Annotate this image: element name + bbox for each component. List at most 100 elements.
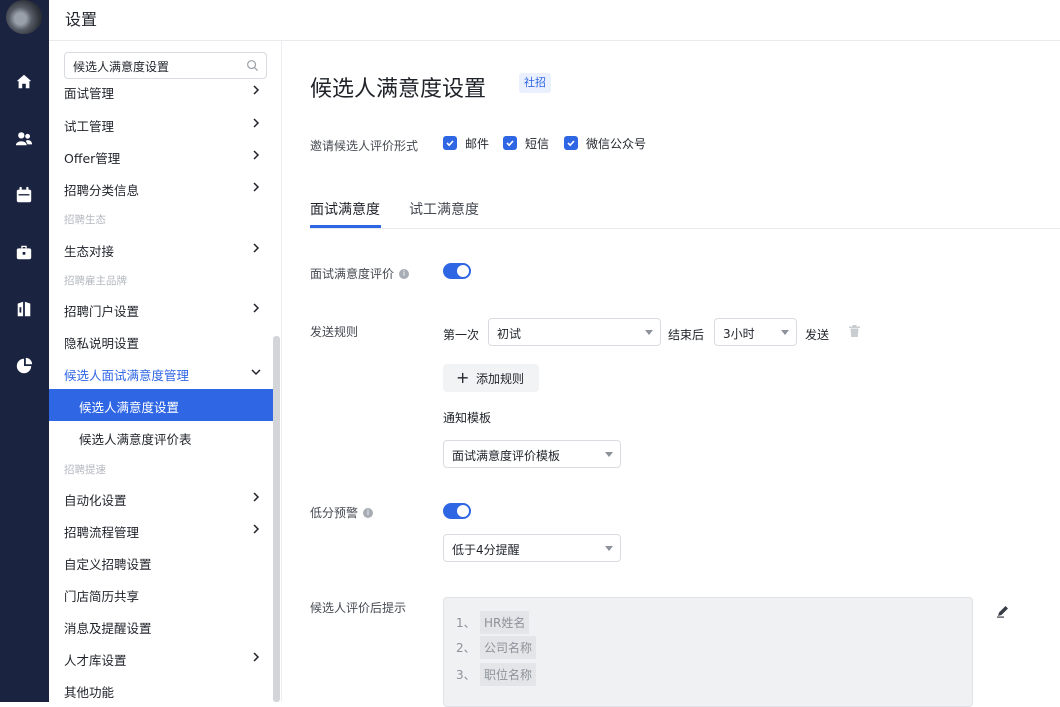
caret-down-icon: [605, 546, 613, 551]
interview-round-select[interactable]: 初试: [488, 318, 661, 346]
sidebar-item-label: 人才库设置: [64, 650, 127, 669]
sidebar-group-ecology: 招聘生态: [64, 212, 106, 227]
sidebar-item-privacy[interactable]: 隐私说明设置: [49, 325, 274, 357]
search-value[interactable]: 候选人满意度设置: [73, 58, 169, 75]
wechat-checkbox[interactable]: 微信公众号: [564, 135, 646, 151]
caret-down-icon: [645, 330, 653, 335]
send-rule-label: 发送规则: [310, 323, 358, 340]
sidebar-item-label: 门店简历共享: [64, 586, 139, 605]
users-icon[interactable]: [14, 129, 34, 149]
book-icon[interactable]: [14, 299, 34, 319]
delay-select[interactable]: 3小时: [714, 318, 797, 346]
pie-chart-icon[interactable]: [14, 356, 34, 376]
tip-label: 候选人评价后提示: [310, 599, 406, 616]
tab-interview-satisfaction[interactable]: 面试满意度: [310, 199, 380, 219]
chevron-right-icon: [250, 242, 262, 254]
sidebar-item-label: 面试管理: [64, 83, 114, 102]
page-header-title: 设置: [65, 6, 97, 30]
sidebar-item-portal[interactable]: 招聘门户设置: [49, 293, 274, 325]
page-title: 候选人满意度设置: [310, 71, 486, 103]
send-label: 发送: [805, 326, 829, 343]
sidebar-scrollbar[interactable]: [273, 336, 280, 702]
low-score-value: 低于4分提醒: [452, 541, 520, 558]
sidebar-item-label: 招聘流程管理: [64, 522, 139, 541]
tip-number: 3、: [456, 666, 480, 683]
chevron-right-icon: [250, 491, 262, 503]
sidebar-item-category[interactable]: 招聘分类信息: [49, 172, 274, 204]
sidebar-item-label: 其他功能: [64, 682, 114, 701]
interview-eval-toggle[interactable]: [443, 263, 471, 279]
main-content: 候选人满意度设置 社招 邀请候选人评价形式 邮件 短信 微信公众号 面试满意度 …: [282, 41, 1060, 702]
sidebar-item-automation[interactable]: 自动化设置: [49, 482, 274, 514]
sidebar-item-label: 候选人面试满意度管理: [64, 365, 189, 384]
sidebar-item-label: 招聘门户设置: [64, 301, 139, 320]
email-checkbox[interactable]: 邮件: [443, 135, 489, 151]
interview-eval-label: 面试满意度评价: [310, 265, 394, 282]
chevron-right-icon: [250, 84, 262, 96]
sidebar-item-talent-pool[interactable]: 人才库设置: [49, 642, 274, 674]
sidebar-item-label: 自动化设置: [64, 490, 127, 509]
tip-variable-chip: 职位名称: [480, 663, 536, 686]
sidebar-item-label: Offer管理: [64, 148, 120, 167]
edit-icon[interactable]: [996, 604, 1010, 618]
sidebar-item-interview[interactable]: 面试管理: [49, 75, 274, 107]
sidebar-item-notifications[interactable]: 消息及提醒设置: [49, 610, 274, 642]
email-checkbox-label: 邮件: [465, 135, 489, 152]
template-select[interactable]: 面试满意度评价模板: [443, 440, 621, 468]
sidebar-item-ecology[interactable]: 生态对接: [49, 233, 274, 265]
home-icon[interactable]: [14, 72, 34, 92]
sidebar-item-label: 消息及提醒设置: [64, 618, 152, 637]
sidebar-item-label: 自定义招聘设置: [64, 554, 152, 573]
tip-variable-chip: HR姓名: [480, 611, 529, 634]
sidebar-item-resume-share[interactable]: 门店简历共享: [49, 578, 274, 610]
sidebar-item-label: 招聘分类信息: [64, 180, 139, 199]
caret-down-icon: [605, 452, 613, 457]
plus-icon: +: [456, 368, 469, 387]
sidebar-item-custom[interactable]: 自定义招聘设置: [49, 546, 274, 578]
sidebar-group-speed: 招聘提速: [64, 462, 106, 477]
app-rail: [0, 0, 49, 702]
tip-content-box[interactable]: 1、HR姓名 2、公司名称 3、职位名称: [443, 597, 973, 707]
search-icon[interactable]: [246, 59, 259, 72]
sidebar-item-label: 试工管理: [64, 116, 114, 135]
sidebar-item-evaluation-form[interactable]: 候选人满意度评价表: [49, 421, 274, 453]
low-score-select[interactable]: 低于4分提醒: [443, 534, 621, 562]
sidebar-group-brand: 招聘雇主品牌: [64, 273, 127, 288]
info-icon[interactable]: i: [363, 508, 373, 518]
invite-method-label: 邀请候选人评价形式: [310, 137, 418, 154]
sidebar-item-label: 候选人满意度设置: [79, 397, 179, 416]
low-score-row: 低分预警 i: [310, 504, 373, 521]
top-bar: 设置: [49, 0, 1060, 41]
tip-line: 3、职位名称: [456, 663, 536, 686]
low-score-toggle[interactable]: [443, 503, 471, 519]
caret-down-icon: [781, 330, 789, 335]
sidebar-item-satisfaction-settings[interactable]: 候选人满意度设置: [49, 389, 274, 421]
tip-number: 2、: [456, 639, 480, 656]
chevron-right-icon: [250, 651, 262, 663]
add-rule-button[interactable]: + 添加规则: [443, 364, 539, 392]
sidebar-item-process[interactable]: 招聘流程管理: [49, 514, 274, 546]
chevron-down-icon: [250, 366, 262, 378]
recruit-type-badge: 社招: [519, 73, 551, 93]
tabs-divider: [310, 228, 1060, 229]
sidebar-item-other[interactable]: 其他功能: [49, 674, 274, 702]
add-rule-label: 添加规则: [476, 370, 524, 387]
tip-variable-chip: 公司名称: [480, 636, 536, 659]
info-icon[interactable]: i: [399, 269, 409, 279]
sidebar-item-satisfaction[interactable]: 候选人面试满意度管理: [49, 357, 274, 389]
sms-checkbox[interactable]: 短信: [503, 135, 549, 151]
sms-checkbox-label: 短信: [525, 135, 549, 152]
sidebar-item-trial[interactable]: 试工管理: [49, 108, 274, 140]
avatar[interactable]: [6, 0, 42, 34]
tab-trial-satisfaction[interactable]: 试工满意度: [409, 199, 479, 219]
trash-icon[interactable]: [849, 325, 860, 337]
sidebar-item-label: 隐私说明设置: [64, 333, 139, 352]
first-time-label: 第一次: [443, 326, 479, 343]
template-value: 面试满意度评价模板: [452, 447, 560, 464]
check-icon: [564, 136, 578, 150]
briefcase-icon[interactable]: [14, 242, 34, 262]
chevron-right-icon: [250, 117, 262, 129]
sidebar-item-offer[interactable]: Offer管理: [49, 140, 274, 172]
delay-value: 3小时: [723, 325, 755, 342]
calendar-icon[interactable]: [14, 185, 34, 205]
